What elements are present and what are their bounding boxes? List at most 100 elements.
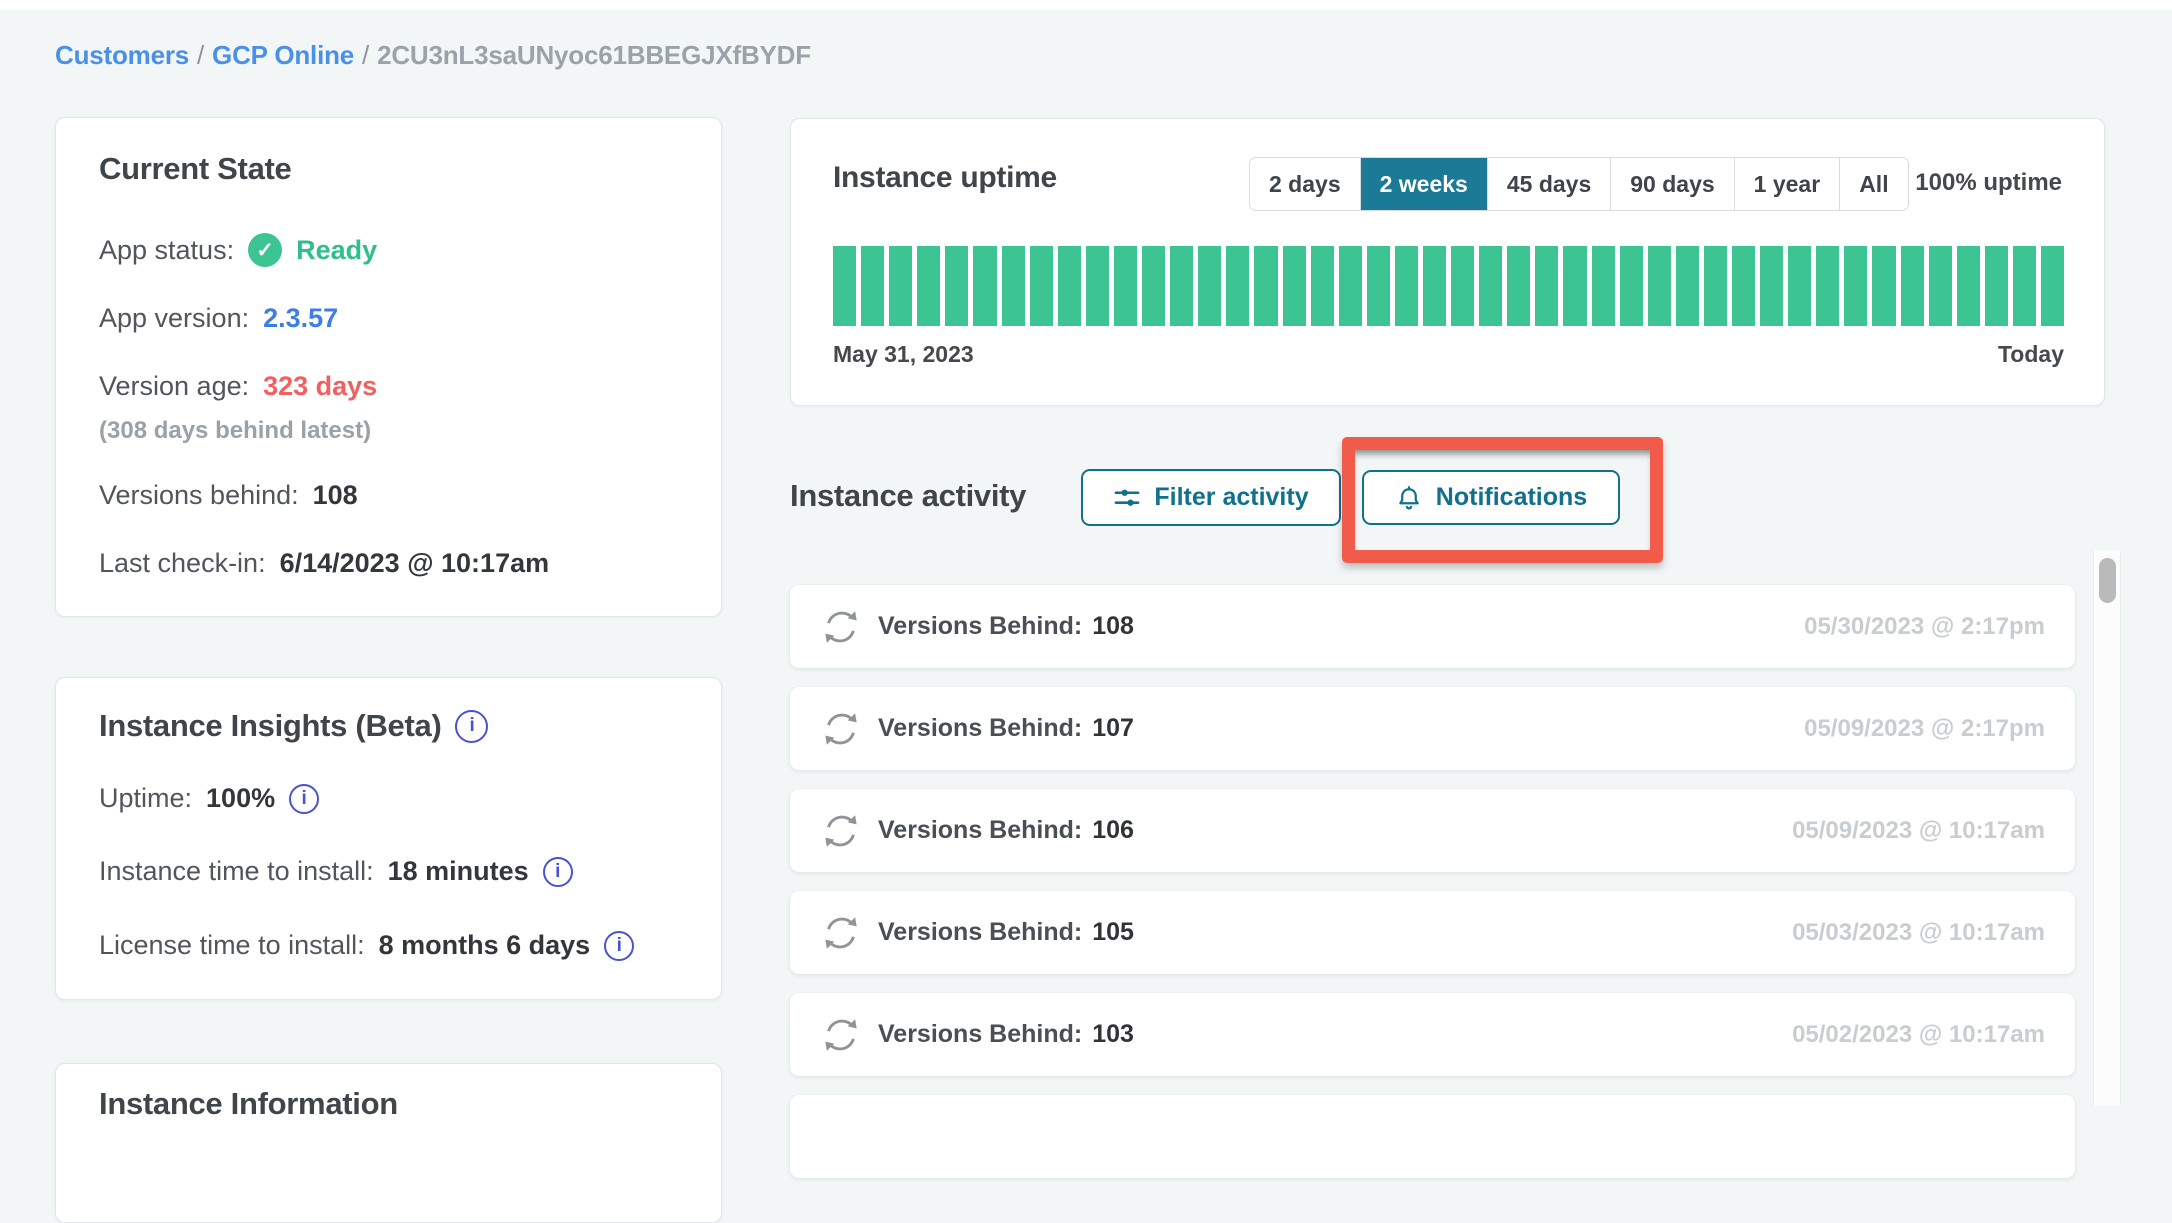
- sync-icon: [820, 708, 862, 750]
- uptime-bar: [2041, 246, 2064, 326]
- activity-value: 108: [1092, 612, 1134, 641]
- notifications-button[interactable]: Notifications: [1362, 470, 1620, 525]
- activity-timestamp: 05/03/2023 @ 10:17am: [1792, 919, 2045, 947]
- uptime-bar: [1901, 246, 1924, 326]
- activity-value: 105: [1092, 918, 1134, 947]
- uptime-bar: [1030, 246, 1053, 326]
- activity-row: Versions Behind: 105 05/03/2023 @ 10:17a…: [790, 891, 2075, 974]
- versions-behind-label: Versions behind:: [99, 480, 299, 511]
- uptime-bar: [1283, 246, 1306, 326]
- range-button-1-year[interactable]: 1 year: [1734, 158, 1840, 210]
- range-button-45-days[interactable]: 45 days: [1487, 158, 1610, 210]
- app-version-label: App version:: [99, 303, 249, 334]
- uptime-bar: [1676, 246, 1699, 326]
- sync-icon: [820, 1014, 862, 1056]
- versions-behind-value: 108: [313, 480, 358, 511]
- uptime-range-selector: 2 days 2 weeks 45 days 90 days 1 year Al…: [1249, 157, 1909, 211]
- instance-uptime-card: Instance uptime 2 days 2 weeks 45 days 9…: [790, 118, 2105, 406]
- uptime-label: Uptime:: [99, 783, 192, 814]
- check-circle-icon: ✓: [248, 233, 282, 267]
- uptime-bar: [1114, 246, 1137, 326]
- info-icon[interactable]: i: [543, 857, 573, 887]
- instance-insights-title-row: Instance Insights (Beta) i: [99, 708, 488, 744]
- uptime-end-date: Today: [1998, 341, 2064, 368]
- breadcrumb-link-customers[interactable]: Customers: [55, 40, 189, 70]
- sync-icon: [820, 606, 862, 648]
- uptime-summary: 100% uptime: [1915, 169, 2062, 197]
- scrollbar-thumb[interactable]: [2099, 558, 2116, 603]
- instance-detail-page: Customers/GCP Online/2CU3nL3saUNyoc61BBE…: [0, 0, 2172, 1106]
- uptime-bar: [1732, 246, 1755, 326]
- breadcrumb-separator: /: [362, 40, 369, 70]
- activity-label: Versions Behind:: [878, 612, 1082, 641]
- instance-information-card: Instance Information: [55, 1063, 722, 1223]
- uptime-bar: [1086, 246, 1109, 326]
- uptime-bar: [1620, 246, 1643, 326]
- activity-row: Versions Behind: 106 05/09/2023 @ 10:17a…: [790, 789, 2075, 872]
- uptime-bar: [1760, 246, 1783, 326]
- uptime-bar: [1058, 246, 1081, 326]
- scrollbar-track[interactable]: [2093, 550, 2121, 1106]
- app-status-row: App status: ✓ Ready: [99, 233, 377, 267]
- filter-activity-label: Filter activity: [1154, 483, 1308, 512]
- license-install-row: License time to install: 8 months 6 days…: [99, 930, 634, 961]
- breadcrumb-link-customer-name[interactable]: GCP Online: [212, 40, 354, 70]
- uptime-bar: [889, 246, 912, 326]
- activity-label: Versions Behind:: [878, 1020, 1082, 1049]
- uptime-row: Uptime: 100% i: [99, 783, 319, 814]
- uptime-bar: [1198, 246, 1221, 326]
- uptime-bar: [1563, 246, 1586, 326]
- uptime-bar: [1985, 246, 2008, 326]
- uptime-bar: [1957, 246, 1980, 326]
- instance-activity-list: Versions Behind: 108 05/30/2023 @ 2:17pm…: [790, 585, 2075, 1178]
- uptime-bar: [861, 246, 884, 326]
- activity-label: Versions Behind:: [878, 918, 1082, 947]
- activity-label: Versions Behind:: [878, 816, 1082, 845]
- range-button-90-days[interactable]: 90 days: [1610, 158, 1733, 210]
- uptime-bar: [1816, 246, 1839, 326]
- current-state-card: Current State App status: ✓ Ready App ve…: [55, 117, 722, 617]
- notifications-label: Notifications: [1436, 483, 1587, 512]
- uptime-bar: [1254, 246, 1277, 326]
- instance-install-value: 18 minutes: [388, 856, 529, 887]
- sliders-icon: [1113, 484, 1141, 512]
- uptime-bar: [1507, 246, 1530, 326]
- activity-timestamp: 05/09/2023 @ 2:17pm: [1804, 715, 2045, 743]
- info-icon[interactable]: i: [289, 784, 319, 814]
- range-button-all[interactable]: All: [1839, 158, 1907, 210]
- version-age-value: 323 days: [263, 371, 377, 402]
- activity-timestamp: 05/02/2023 @ 10:17am: [1792, 1021, 2045, 1049]
- activity-label: Versions Behind:: [878, 714, 1082, 743]
- uptime-bar: [1339, 246, 1362, 326]
- uptime-bar: [1788, 246, 1811, 326]
- uptime-bar: [1592, 246, 1615, 326]
- current-state-title: Current State: [99, 151, 291, 187]
- uptime-bar: [2013, 246, 2036, 326]
- uptime-bar: [1929, 246, 1952, 326]
- top-strip: [0, 0, 2172, 10]
- versions-behind-row: Versions behind: 108: [99, 480, 358, 511]
- range-button-2-weeks[interactable]: 2 weeks: [1360, 158, 1487, 210]
- app-status-value: Ready: [296, 235, 377, 266]
- activity-row: Versions Behind: 103 05/02/2023 @ 10:17a…: [790, 993, 2075, 1076]
- activity-timestamp: 05/30/2023 @ 2:17pm: [1804, 613, 2045, 641]
- uptime-bar: [1704, 246, 1727, 326]
- range-button-2-days[interactable]: 2 days: [1250, 158, 1360, 210]
- sync-icon: [820, 810, 862, 852]
- uptime-bar: [917, 246, 940, 326]
- uptime-bar: [1648, 246, 1671, 326]
- uptime-date-labels: May 31, 2023 Today: [833, 341, 2064, 368]
- info-icon[interactable]: i: [604, 931, 634, 961]
- uptime-bar: [1142, 246, 1165, 326]
- app-version-row: App version: 2.3.57: [99, 303, 338, 334]
- uptime-bar: [1395, 246, 1418, 326]
- uptime-bar: [1170, 246, 1193, 326]
- uptime-start-date: May 31, 2023: [833, 341, 974, 368]
- app-version-value[interactable]: 2.3.57: [263, 303, 338, 334]
- uptime-bar: [1844, 246, 1867, 326]
- uptime-bar: [1311, 246, 1334, 326]
- filter-activity-button[interactable]: Filter activity: [1081, 469, 1341, 526]
- last-checkin-label: Last check-in:: [99, 548, 266, 579]
- activity-row: Versions Behind: 108 05/30/2023 @ 2:17pm: [790, 585, 2075, 668]
- info-icon[interactable]: i: [455, 710, 488, 743]
